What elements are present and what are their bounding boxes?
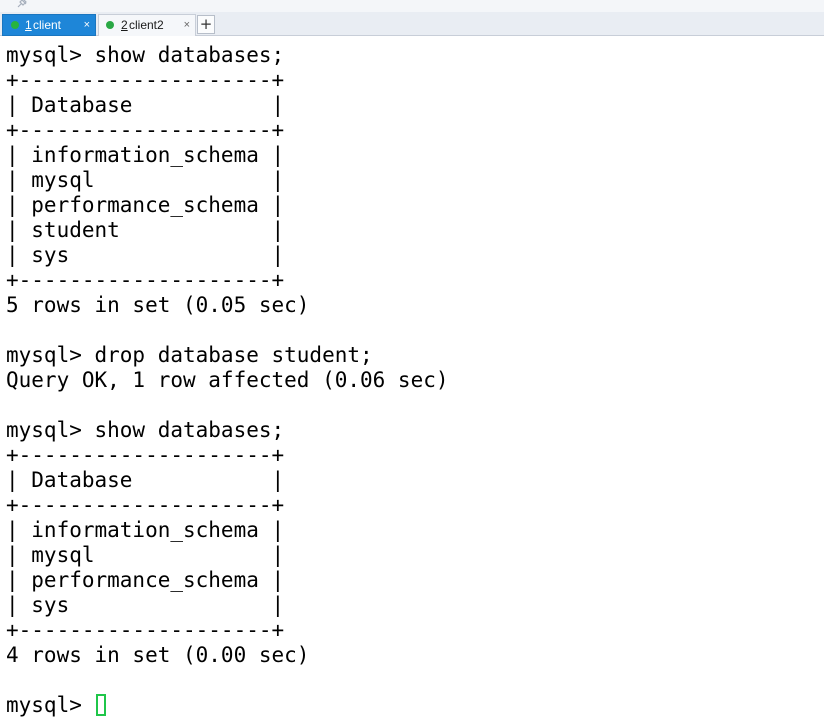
terminal-line: | information_schema |	[6, 143, 285, 167]
tab-number: 1	[25, 18, 32, 32]
terminal-line: 5 rows in set (0.05 sec)	[6, 293, 310, 317]
terminal-output[interactable]: mysql> show databases; +-----------------…	[0, 41, 824, 724]
terminal-line: | Database |	[6, 468, 285, 492]
terminal-line: | performance_schema |	[6, 193, 285, 217]
terminal-line: 4 rows in set (0.00 sec)	[6, 643, 310, 667]
close-tab-icon[interactable]: ×	[184, 15, 190, 35]
close-tab-icon[interactable]: ×	[84, 15, 90, 35]
connected-status-icon	[106, 21, 114, 29]
new-tab-button[interactable]: +	[197, 15, 215, 34]
tab-number: 2	[121, 18, 128, 32]
terminal-line: | Database |	[6, 93, 285, 117]
tab-client[interactable]: 1 client ×	[2, 14, 96, 36]
terminal-line: +--------------------+	[6, 118, 285, 142]
terminal-line: +--------------------+	[6, 618, 285, 642]
terminal-line: | information_schema |	[6, 518, 285, 542]
terminal-line: | sys |	[6, 593, 285, 617]
terminal-line: | performance_schema |	[6, 568, 285, 592]
connected-status-icon	[11, 21, 19, 29]
terminal-line: | mysql |	[6, 168, 285, 192]
terminal-line: Query OK, 1 row affected (0.06 sec)	[6, 368, 449, 392]
session-tab-bar: 1 client × 2 client2 × +	[0, 12, 824, 36]
terminal-line: mysql> show databases;	[6, 43, 285, 67]
terminal-window: 1 client × 2 client2 × + mysql> show dat…	[0, 0, 824, 724]
terminal-line: +--------------------+	[6, 443, 285, 467]
pin-icon	[17, 0, 27, 8]
terminal-line: mysql> show databases;	[6, 418, 285, 442]
terminal-line: mysql> drop database student;	[6, 343, 373, 367]
terminal-line: | sys |	[6, 243, 285, 267]
terminal-line: | mysql |	[6, 543, 285, 567]
terminal-line: +--------------------+	[6, 268, 285, 292]
terminal-line: +--------------------+	[6, 493, 285, 517]
terminal-cursor	[96, 694, 106, 716]
terminal-line: mysql>	[6, 693, 95, 717]
tab-client2[interactable]: 2 client2 ×	[98, 14, 196, 36]
terminal-line: | student |	[6, 218, 285, 242]
tab-label: client2	[129, 18, 164, 32]
title-strip	[0, 0, 824, 12]
terminal-line: +--------------------+	[6, 68, 285, 92]
tab-label: client	[33, 18, 62, 32]
